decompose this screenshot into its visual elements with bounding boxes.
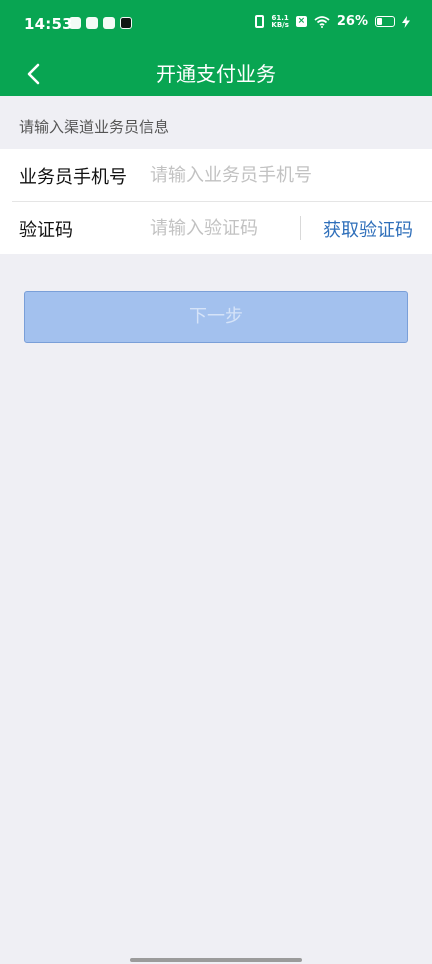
battery-icon [375,16,395,27]
wifi-icon [314,15,330,28]
page-title: 开通支付业务 [156,62,276,86]
phone-row: 业务员手机号 [0,149,432,201]
get-verification-code-button[interactable]: 获取验证码 [323,216,413,242]
tiktok-notification-icon [120,17,132,29]
section-label: 请输入渠道业务员信息 [19,118,170,136]
phone-input[interactable] [150,161,350,189]
no-sim-icon: × [295,16,307,27]
verification-code-row: 验证码 获取验证码 [0,202,432,254]
system-icons: 61.1 KB/s × 26% [255,14,410,29]
network-speed: 61.1 KB/s [271,14,289,29]
network-speed-unit: KB/s [271,20,289,29]
verification-code-label: 验证码 [19,220,73,241]
app-header: 开通支付业务 [0,52,432,96]
home-indicator[interactable] [130,958,302,962]
status-bar: 14:53 61.1 KB/s × 26% [0,0,432,52]
notification-icons [69,17,132,29]
battery-percent: 26% [336,14,368,29]
app-notification-icon [86,17,98,29]
vibrate-icon [255,15,265,28]
salesperson-form: 业务员手机号 验证码 获取验证码 [0,149,432,254]
app-notification-icon [69,17,81,29]
verification-code-input[interactable] [150,214,290,242]
vertical-divider [300,216,301,240]
next-step-button[interactable]: 下一步 [24,291,408,343]
app-notification-icon [103,17,115,29]
charging-icon [402,15,410,28]
phone-label: 业务员手机号 [19,167,127,188]
status-time: 14:53 [24,15,73,33]
